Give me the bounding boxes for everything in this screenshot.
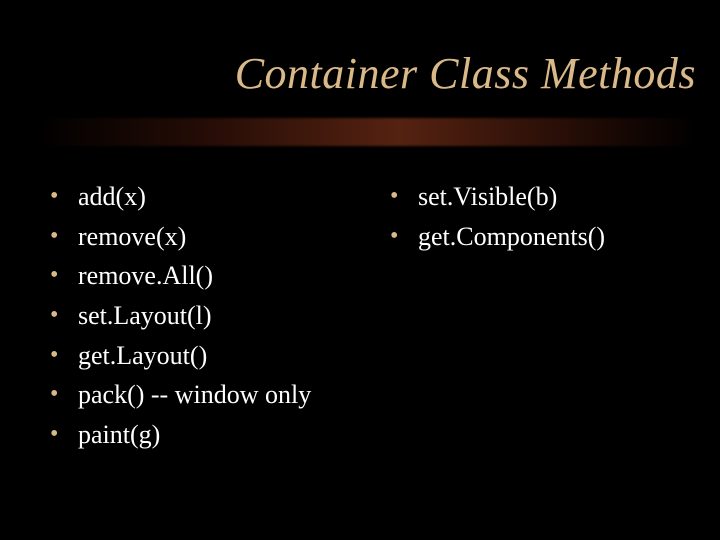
list-item: • get.Layout() — [50, 337, 390, 375]
title-underline — [36, 118, 696, 146]
list-item-label: set.Layout(l) — [78, 297, 390, 335]
list-item: • paint(g) — [50, 416, 390, 454]
slide: Container Class Methods • add(x) • remov… — [0, 0, 720, 540]
bullet-icon: • — [50, 257, 78, 294]
slide-body: • add(x) • remove(x) • remove.All() • se… — [50, 178, 690, 456]
list-item-label: pack() -- window only — [78, 376, 390, 414]
bullet-icon: • — [390, 218, 418, 255]
list-item: • pack() -- window only — [50, 376, 390, 414]
bullet-icon: • — [50, 416, 78, 453]
bullet-icon: • — [50, 337, 78, 374]
list-item-label: remove.All() — [78, 257, 390, 295]
list-item-label: paint(g) — [78, 416, 390, 454]
right-column: • set.Visible(b) • get.Components() — [390, 178, 690, 456]
list-item: • add(x) — [50, 178, 390, 216]
left-column: • add(x) • remove(x) • remove.All() • se… — [50, 178, 390, 456]
list-item: • set.Layout(l) — [50, 297, 390, 335]
list-item: • remove(x) — [50, 218, 390, 256]
bullet-icon: • — [50, 297, 78, 334]
bullet-icon: • — [50, 218, 78, 255]
list-item-label: set.Visible(b) — [418, 178, 690, 216]
list-item-label: add(x) — [78, 178, 390, 216]
bullet-icon: • — [390, 178, 418, 215]
list-item: • set.Visible(b) — [390, 178, 690, 216]
list-item-label: get.Components() — [418, 218, 690, 256]
bullet-icon: • — [50, 178, 78, 215]
list-item: • get.Components() — [390, 218, 690, 256]
list-item-label: get.Layout() — [78, 337, 390, 375]
list-item-label: remove(x) — [78, 218, 390, 256]
slide-title: Container Class Methods — [0, 48, 696, 99]
list-item: • remove.All() — [50, 257, 390, 295]
bullet-icon: • — [50, 376, 78, 413]
